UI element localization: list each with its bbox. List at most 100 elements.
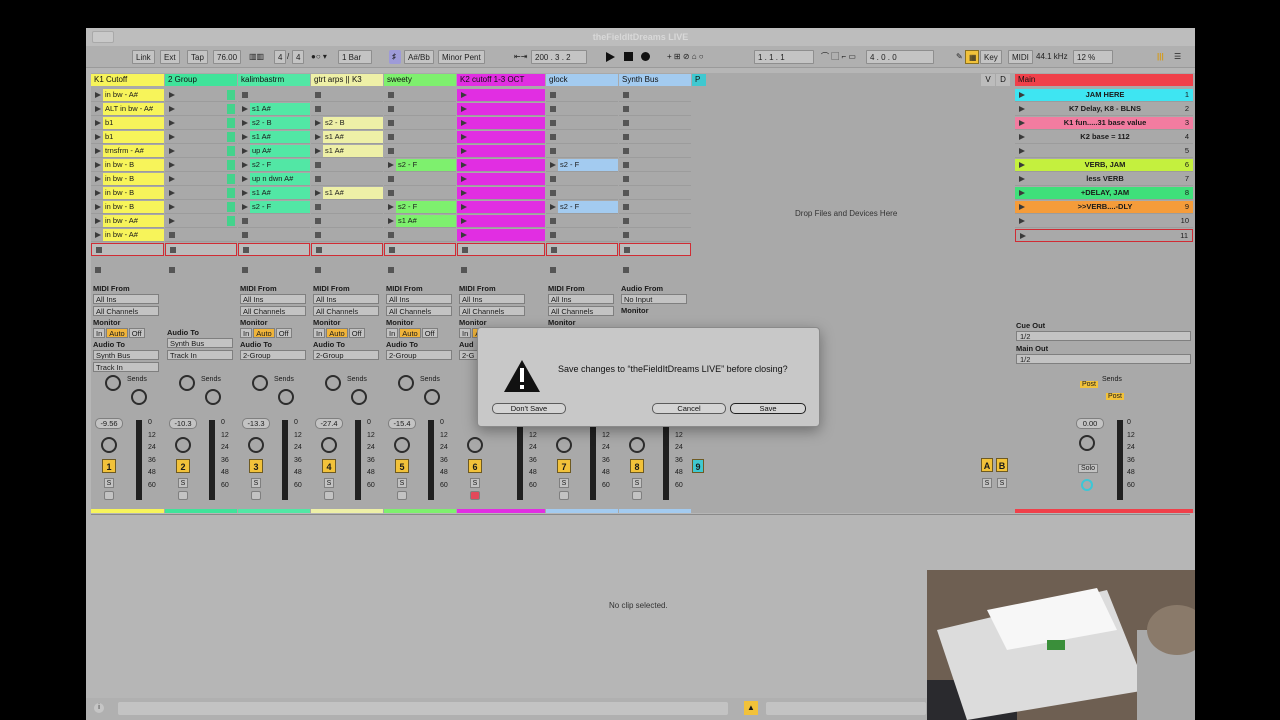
clip-slot[interactable]	[384, 145, 456, 158]
scene-10[interactable]: 10	[1015, 215, 1193, 228]
view-toggle-icon[interactable]: |||	[1154, 50, 1167, 64]
clip-play-icon[interactable]	[95, 190, 101, 196]
tempo-field[interactable]: 76.00	[213, 50, 242, 64]
monitor-2[interactable]: Off	[348, 328, 365, 338]
stop-slot-icon[interactable]	[388, 232, 394, 238]
launch-icon[interactable]	[169, 120, 175, 126]
stop-slot-icon[interactable]	[550, 134, 556, 140]
track-volume[interactable]: -10.3	[169, 418, 197, 429]
launch-icon[interactable]	[461, 92, 467, 98]
clip[interactable]	[457, 229, 545, 241]
track-header[interactable]: glock	[546, 74, 618, 86]
arm-button[interactable]	[178, 491, 188, 500]
launch-icon[interactable]	[461, 232, 467, 238]
track-header[interactable]: K2 cutoff 1-3 OCT	[457, 74, 545, 86]
pan-knob[interactable]	[248, 437, 264, 453]
clip-play-icon[interactable]	[95, 162, 101, 168]
key-select[interactable]: A#/Bb	[404, 50, 434, 64]
channel-select[interactable]: All Channels	[313, 306, 379, 316]
clip-slot[interactable]	[619, 215, 691, 228]
nudge-icon[interactable]: ⇤⇥	[511, 50, 530, 64]
stop-slot-icon[interactable]	[169, 232, 175, 238]
scene-1[interactable]: JAM HERE 1	[1015, 89, 1193, 102]
clip-slot[interactable]	[311, 103, 383, 116]
stop-slot-icon[interactable]	[388, 106, 394, 112]
clip-slot[interactable]	[619, 145, 691, 158]
clip-slot[interactable]: s2 - F	[238, 159, 310, 172]
solo-button[interactable]: S	[632, 478, 642, 488]
scene-launch-icon[interactable]	[1020, 233, 1026, 239]
clip-slot[interactable]	[238, 89, 310, 102]
solo-button[interactable]: S	[559, 478, 569, 488]
clip-slot[interactable]	[311, 201, 383, 214]
clip-slot[interactable]: b1	[91, 117, 164, 130]
launch-icon[interactable]	[461, 176, 467, 182]
clip-slot[interactable]	[546, 103, 618, 116]
monitor-1[interactable]: Auto	[326, 328, 348, 338]
clip[interactable]	[457, 103, 545, 115]
scene-launch-icon[interactable]	[1019, 176, 1025, 182]
stop-clip-icon[interactable]	[96, 247, 102, 253]
monitor-1[interactable]: Auto	[253, 328, 275, 338]
return-b-number[interactable]: B	[996, 458, 1008, 472]
launch-icon[interactable]	[461, 134, 467, 140]
clip-slot[interactable]	[384, 229, 456, 242]
output-select[interactable]: 2-Group	[313, 350, 379, 360]
track-stop-icon[interactable]	[388, 267, 394, 273]
stop-slot-icon[interactable]	[388, 176, 394, 182]
clip-play-icon[interactable]	[315, 148, 321, 154]
send-a-knob[interactable]	[179, 375, 195, 391]
cancel-button[interactable]: Cancel	[652, 403, 726, 414]
stop-clip-icon[interactable]	[389, 247, 395, 253]
clip-slot[interactable]	[546, 131, 618, 144]
pan-knob[interactable]	[321, 437, 337, 453]
stop-slot-icon[interactable]	[388, 120, 394, 126]
clip-play-icon[interactable]	[315, 120, 321, 126]
track-stop-icon[interactable]	[169, 267, 175, 273]
overdub-icons[interactable]: + ⊞ ⊘ ⌂ ○	[664, 50, 707, 64]
track-stop-icon[interactable]	[461, 267, 467, 273]
track-activator[interactable]: 2	[176, 459, 190, 473]
scale-select[interactable]: Minor Pent	[438, 50, 485, 64]
scene-launch-icon[interactable]	[1019, 218, 1025, 224]
clip[interactable]	[457, 145, 545, 157]
cue-volume-knob[interactable]	[1081, 479, 1093, 491]
clip-play-icon[interactable]	[242, 190, 248, 196]
return-a-number[interactable]: A	[981, 458, 993, 472]
launch-icon[interactable]	[461, 204, 467, 210]
clip-play-icon[interactable]	[95, 232, 101, 238]
monitor-0[interactable]: In	[93, 328, 106, 338]
send-a-knob[interactable]	[325, 375, 341, 391]
arm-button[interactable]	[632, 491, 642, 500]
clip-slot[interactable]: ALT in bw - A#	[91, 103, 164, 116]
track-volume[interactable]: -13.3	[242, 418, 270, 429]
clip-slot[interactable]: s2 - B	[311, 117, 383, 130]
clip-slot[interactable]	[457, 117, 545, 130]
scene-5[interactable]: 5	[1015, 145, 1193, 158]
stop-clip-icon[interactable]	[170, 247, 176, 253]
clip[interactable]	[457, 159, 545, 171]
clip-slot[interactable]	[546, 187, 618, 200]
clip-slot[interactable]: s1 A#	[311, 145, 383, 158]
stop-icon[interactable]	[624, 52, 633, 61]
clip-slot[interactable]	[165, 229, 237, 242]
clip-play-icon[interactable]	[95, 176, 101, 182]
stop-slot-icon[interactable]	[315, 232, 321, 238]
solo-button[interactable]: S	[251, 478, 261, 488]
selected-scene-slot[interactable]	[91, 243, 164, 256]
clip-slot[interactable]	[238, 215, 310, 228]
clip-slot[interactable]: in bw - A#	[91, 89, 164, 102]
clip-slot[interactable]	[311, 229, 383, 242]
clip-play-icon[interactable]	[242, 120, 248, 126]
clip-play-icon[interactable]	[315, 190, 321, 196]
metronome-icon[interactable]: ▥▥	[246, 50, 267, 64]
delay-return-header[interactable]: D	[996, 74, 1010, 86]
launch-icon[interactable]	[461, 162, 467, 168]
scene-2[interactable]: K7 Delay, K8 - BLNS 2	[1015, 103, 1193, 116]
play-icon[interactable]	[606, 52, 615, 62]
clip[interactable]	[457, 215, 545, 227]
track-volume[interactable]: -9.56	[95, 418, 123, 429]
clip-play-icon[interactable]	[95, 106, 101, 112]
channel-select[interactable]: All Channels	[240, 306, 306, 316]
arm-button[interactable]	[470, 491, 480, 500]
